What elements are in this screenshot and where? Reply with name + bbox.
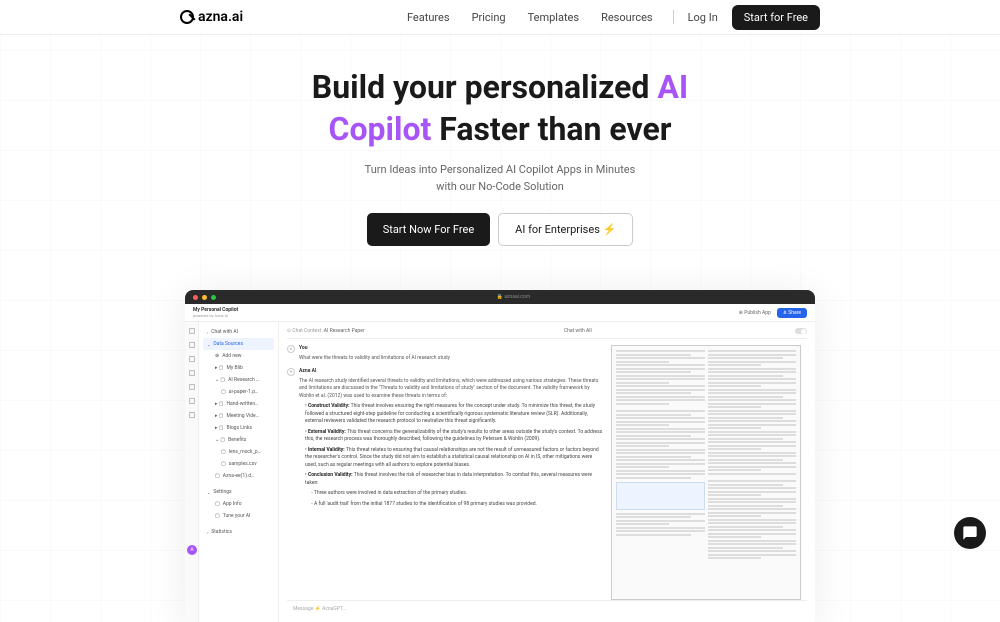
nav-resources[interactable]: Resources xyxy=(601,11,653,24)
doc-diagram xyxy=(616,482,705,510)
share-button[interactable]: ⋔ Share xyxy=(777,308,807,318)
browser-chrome: 🔒 aznaai.com xyxy=(185,290,815,304)
rail-icon-3[interactable] xyxy=(189,356,195,362)
chat-widget[interactable] xyxy=(954,517,986,549)
enterprise-button[interactable]: AI for Enterprises ⚡ xyxy=(498,213,633,246)
publish-button[interactable]: ⊕ Publish App xyxy=(739,310,771,316)
sidebar-settings[interactable]: ⌄Settings xyxy=(203,486,274,498)
icon-rail xyxy=(185,322,199,622)
hero: Build your personalized AI Copilot Faste… xyxy=(0,35,1000,264)
sidebar-data-sources[interactable]: ⌄Data Sources xyxy=(203,338,274,350)
sidebar-add-new[interactable]: ⊕ Add new xyxy=(211,350,274,362)
start-free-button[interactable]: Start for Free xyxy=(732,5,820,30)
chat-thread: A You What were the threats to validity … xyxy=(287,339,605,600)
app-header: My Personal Copilot powered by Azna AI ⊕… xyxy=(185,304,815,322)
sidebar-statistics[interactable]: ›Statistics xyxy=(203,526,274,538)
logo-icon xyxy=(180,10,194,24)
nav-right: Log In Start for Free xyxy=(673,5,820,30)
minimize-icon xyxy=(202,295,207,300)
chat-all-toggle[interactable] xyxy=(795,328,807,334)
logo-text: azna.ai xyxy=(198,9,243,25)
nav-features[interactable]: Features xyxy=(407,11,450,24)
sidebar-item[interactable]: ▢ ai-paper-1.p… xyxy=(217,386,274,398)
sidebar-item[interactable]: ▸ ▢ Meeting Vide… xyxy=(211,410,274,422)
rail-icon-4[interactable] xyxy=(189,370,195,376)
start-now-button[interactable]: Start Now For Free xyxy=(367,213,490,246)
chat-icon xyxy=(962,525,978,541)
document-preview xyxy=(611,345,801,600)
sidebar-item[interactable]: ▢ Azna-ee(1).d… xyxy=(211,470,274,482)
hero-title: Build your personalized AI Copilot Faste… xyxy=(0,67,1000,150)
sidebar-item[interactable]: ▸ ▢ Blogs Links xyxy=(211,422,274,434)
logo[interactable]: azna.ai xyxy=(180,9,243,25)
sidebar-item[interactable]: ▢ lens_mock_p… xyxy=(217,446,274,458)
close-icon xyxy=(193,295,198,300)
sidebar-item[interactable]: ▢ samples.csv xyxy=(217,458,274,470)
user-avatar: A xyxy=(287,345,295,353)
main-panel: ⊙ Chat Context : AI Research Paper Chat … xyxy=(279,322,815,622)
sidebar-tune[interactable]: ▢ Tune your AI xyxy=(211,510,274,522)
sidebar-app-info[interactable]: ▢ App Info xyxy=(211,498,274,510)
ai-avatar: ✦ xyxy=(287,368,295,376)
context-bar: ⊙ Chat Context : AI Research Paper Chat … xyxy=(287,328,807,339)
rail-icon-1[interactable] xyxy=(189,328,195,334)
nav-pricing[interactable]: Pricing xyxy=(472,11,506,24)
rail-icon-7[interactable] xyxy=(189,412,195,418)
rail-icon-6[interactable] xyxy=(189,398,195,404)
nav-templates[interactable]: Templates xyxy=(528,11,579,24)
message-input[interactable]: Message ⚡ AznaGPT… xyxy=(287,600,807,616)
hero-cta: Start Now For Free AI for Enterprises ⚡ xyxy=(0,213,1000,246)
maximize-icon xyxy=(211,295,216,300)
sidebar: ›Chat with AI ⌄Data Sources ⊕ Add new ▸ … xyxy=(199,322,279,622)
rail-icon-2[interactable] xyxy=(189,342,195,348)
app-screenshot: 🔒 aznaai.com My Personal Copilot powered… xyxy=(185,290,815,622)
login-link[interactable]: Log In xyxy=(688,11,718,24)
sidebar-item[interactable]: ▸ ▢ Hand-written… xyxy=(211,398,274,410)
hero-subtitle: Turn Ideas into Personalized AI Copilot … xyxy=(0,162,1000,195)
site-header: azna.ai Features Pricing Templates Resou… xyxy=(0,0,1000,35)
rail-icon-5[interactable] xyxy=(189,384,195,390)
sidebar-item[interactable]: ⌄ ▢ Benefits xyxy=(211,434,274,446)
app-subtitle: powered by Azna AI xyxy=(193,313,739,318)
fab-icon[interactable]: A xyxy=(187,545,197,555)
sidebar-item[interactable]: ⌄ ▢ AI Research … xyxy=(211,374,274,386)
url: 🔒 aznaai.com xyxy=(497,294,530,300)
main-nav: Features Pricing Templates Resources xyxy=(407,11,653,24)
sidebar-item[interactable]: ▸ ▢ My Blib xyxy=(211,362,274,374)
sidebar-chat[interactable]: ›Chat with AI xyxy=(203,326,274,338)
nav-divider xyxy=(673,10,674,24)
